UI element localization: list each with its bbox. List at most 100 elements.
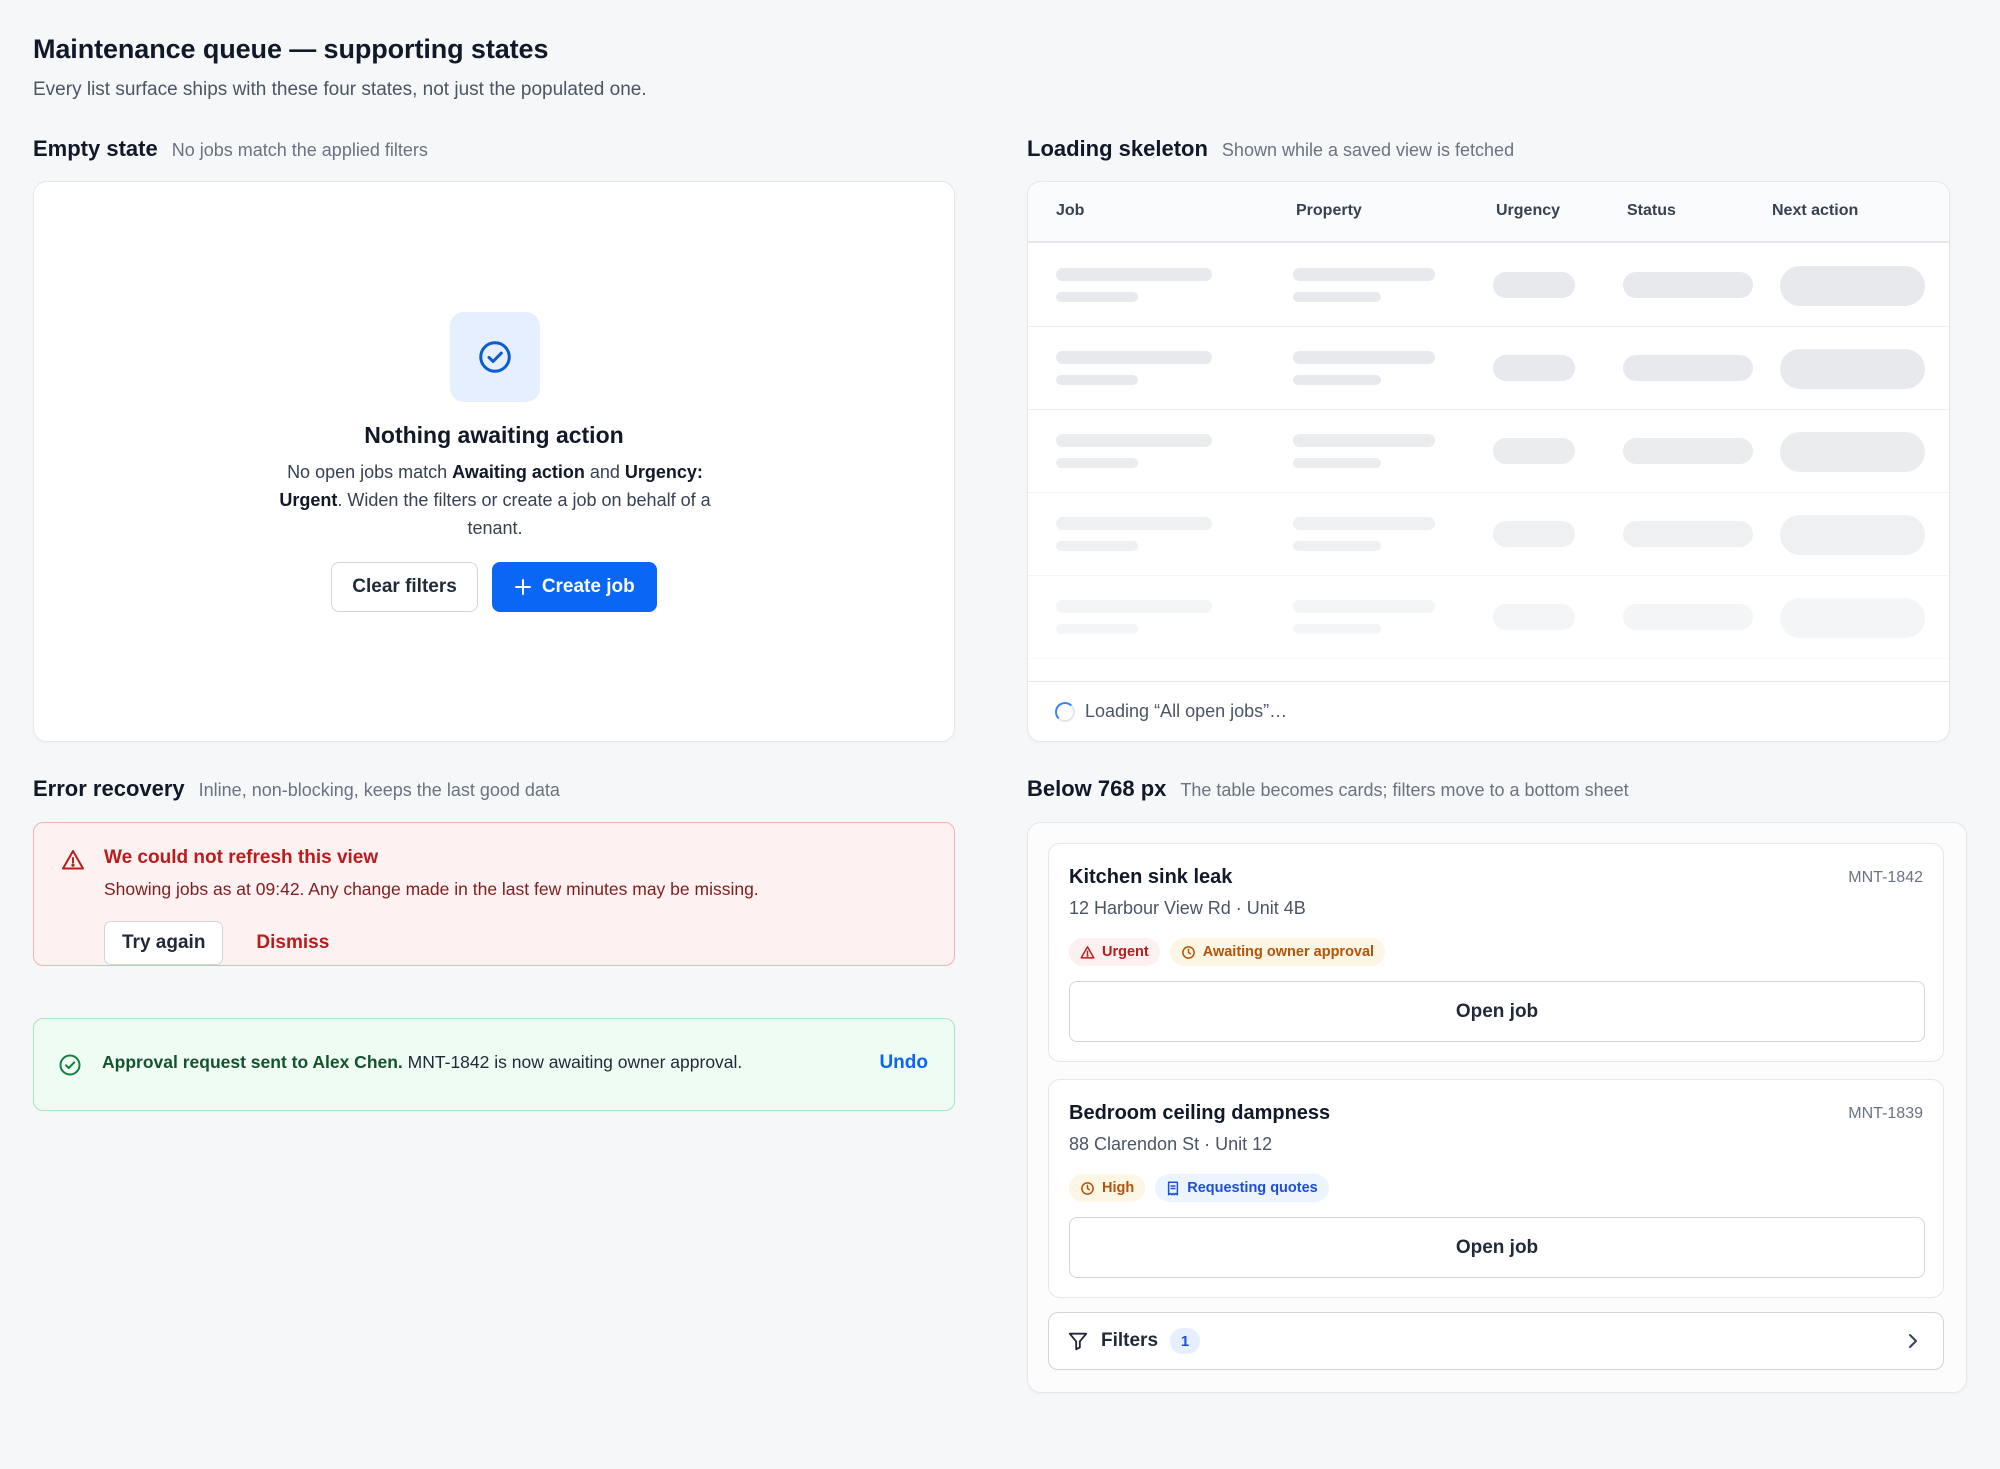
urgency-badge: High [1069, 1174, 1146, 1202]
skeleton-row [1028, 576, 1949, 659]
skeleton-bar [1056, 268, 1212, 281]
job-address: 12 Harbour View Rd · Unit 4B [1069, 898, 1306, 918]
empty-state-card: Nothing awaiting action No open jobs mat… [33, 181, 955, 742]
section-description: Shown while a saved view is fetched [1221, 140, 1515, 160]
error-recovery-header: Error recovery Inline, non-blocking, kee… [33, 776, 955, 806]
error-text: Showing jobs as at 09:42. Any change mad… [104, 879, 759, 899]
skeleton-bar [1056, 434, 1212, 447]
mobile-cards-header: Below 768 px The table becomes cards; fi… [1027, 776, 1967, 806]
skeleton-bar [1623, 604, 1753, 630]
skeleton-bar [1293, 600, 1435, 613]
skeleton-bar [1623, 272, 1753, 298]
filters-bottom-sheet-trigger[interactable]: Filters 1 [1048, 1312, 1944, 1370]
column-header-urgency[interactable]: Urgency [1496, 202, 1560, 220]
job-title: Kitchen sink leak [1069, 866, 1233, 888]
open-job-button[interactable]: Open job [1069, 981, 1925, 1042]
column-header-job[interactable]: Job [1056, 202, 1084, 220]
skeleton-bar [1623, 521, 1753, 547]
empty-text-part: . Widen the filters or create a job on b… [337, 490, 711, 538]
skeleton-bar [1293, 375, 1381, 385]
skeleton-bar [1623, 438, 1753, 464]
filters-label: Filters [1101, 1330, 1159, 1351]
page-subtitle: Every list surface ships with these four… [33, 79, 647, 100]
section-title: Below 768 px [1027, 776, 1167, 801]
page-title: Maintenance queue — supporting states [33, 34, 549, 64]
skeleton-bar [1493, 355, 1575, 381]
undo-button[interactable]: Undo [879, 1052, 928, 1074]
warning-triangle-icon [1080, 945, 1095, 959]
skeleton-row [1028, 244, 1949, 327]
empty-text-part: No open jobs match [287, 462, 453, 482]
skeleton-bar [1293, 351, 1435, 364]
job-id: MNT-1839 [1848, 1105, 1923, 1122]
skeleton-bar [1056, 541, 1138, 551]
filter-funnel-icon [1068, 1332, 1088, 1351]
job-id: MNT-1842 [1848, 869, 1923, 886]
success-message: Approval request sent to Alex Chen. MNT-… [102, 1052, 742, 1073]
clear-filters-button[interactable]: Clear filters [331, 562, 478, 612]
skeleton-bar [1493, 604, 1575, 630]
skeleton-row [1028, 493, 1949, 576]
try-again-button[interactable]: Try again [104, 921, 224, 965]
column-header-status[interactable]: Status [1627, 202, 1676, 220]
skeleton-bar [1780, 515, 1925, 555]
warning-triangle-icon [62, 850, 84, 870]
create-job-button[interactable]: Create job [491, 562, 657, 612]
skeleton-bar [1056, 351, 1212, 364]
clock-icon [1181, 945, 1195, 959]
skeleton-bar [1293, 434, 1435, 447]
loading-skeleton-header: Loading skeleton Shown while a saved vie… [1027, 136, 1950, 166]
chevron-right-icon [1909, 1334, 1917, 1348]
skeleton-bar [1780, 598, 1925, 638]
skeleton-bar [1493, 438, 1575, 464]
check-circle-icon [479, 341, 511, 373]
job-card[interactable]: Kitchen sink leak MNT-1842 12 Harbour Vi… [1048, 843, 1944, 1062]
empty-state-section: Empty state No jobs match the applied fi… [33, 136, 955, 742]
loading-table-card: Job Property Urgency Status Next action … [1027, 181, 1950, 742]
skeleton-bar [1056, 600, 1212, 613]
urgency-label: High [1102, 1180, 1135, 1196]
urgency-badge: Urgent [1069, 938, 1160, 966]
skeleton-bar [1293, 458, 1381, 468]
skeleton-bar [1056, 517, 1212, 530]
job-title: Bedroom ceiling dampness [1069, 1102, 1331, 1124]
skeleton-row [1028, 327, 1949, 410]
column-header-next-action[interactable]: Next action [1772, 202, 1858, 220]
plus-icon [514, 579, 531, 595]
job-card[interactable]: Bedroom ceiling dampness MNT-1839 88 Cla… [1048, 1079, 1944, 1298]
dismiss-button[interactable]: Dismiss [256, 932, 329, 954]
status-badge: Awaiting owner approval [1169, 938, 1386, 966]
error-title: We could not refresh this view [104, 847, 379, 868]
skeleton-bar [1493, 521, 1575, 547]
status-label: Awaiting owner approval [1202, 944, 1375, 960]
filter-awaiting-action: Awaiting action [452, 462, 585, 482]
urgency-label: Urgent [1102, 944, 1149, 960]
skeleton-row [1028, 410, 1949, 493]
open-job-button[interactable]: Open job [1069, 1217, 1925, 1278]
job-tags: High Requesting quotes [1069, 1174, 1329, 1202]
loading-skeleton-section: Loading skeleton Shown while a saved vie… [1027, 136, 1950, 742]
column-header-property[interactable]: Property [1296, 202, 1362, 220]
section-description: No jobs match the applied filters [171, 140, 428, 160]
empty-state-actions: Clear filters Create job [34, 562, 954, 612]
success-toast: Approval request sent to Alex Chen. MNT-… [33, 1018, 955, 1111]
loading-spinner-icon [1055, 701, 1075, 722]
empty-text-part: and [584, 462, 625, 482]
skeleton-bar [1056, 458, 1138, 468]
status-label: Requesting quotes [1187, 1180, 1318, 1196]
skeleton-bar [1623, 355, 1753, 381]
skeleton-bar [1056, 292, 1138, 302]
skeleton-bar [1293, 292, 1381, 302]
create-job-label: Create job [541, 576, 635, 597]
empty-state-title: Nothing awaiting action [364, 422, 624, 448]
mobile-cards-section: Below 768 px The table becomes cards; fi… [1027, 776, 1967, 1393]
empty-state-icon-tile [450, 312, 540, 402]
success-message-text: MNT-1842 is now awaiting owner approval. [402, 1052, 743, 1072]
empty-state-text: No open jobs match Awaiting action and U… [260, 458, 730, 542]
job-address: 88 Clarendon St · Unit 12 [1069, 1134, 1273, 1154]
skeleton-bar [1780, 349, 1925, 389]
loading-footer: Loading “All open jobs”… [1028, 681, 1949, 741]
clock-icon [1081, 1181, 1094, 1195]
job-tags: Urgent Awaiting owner approval [1069, 938, 1386, 966]
mobile-preview-card: Kitchen sink leak MNT-1842 12 Harbour Vi… [1027, 822, 1967, 1393]
